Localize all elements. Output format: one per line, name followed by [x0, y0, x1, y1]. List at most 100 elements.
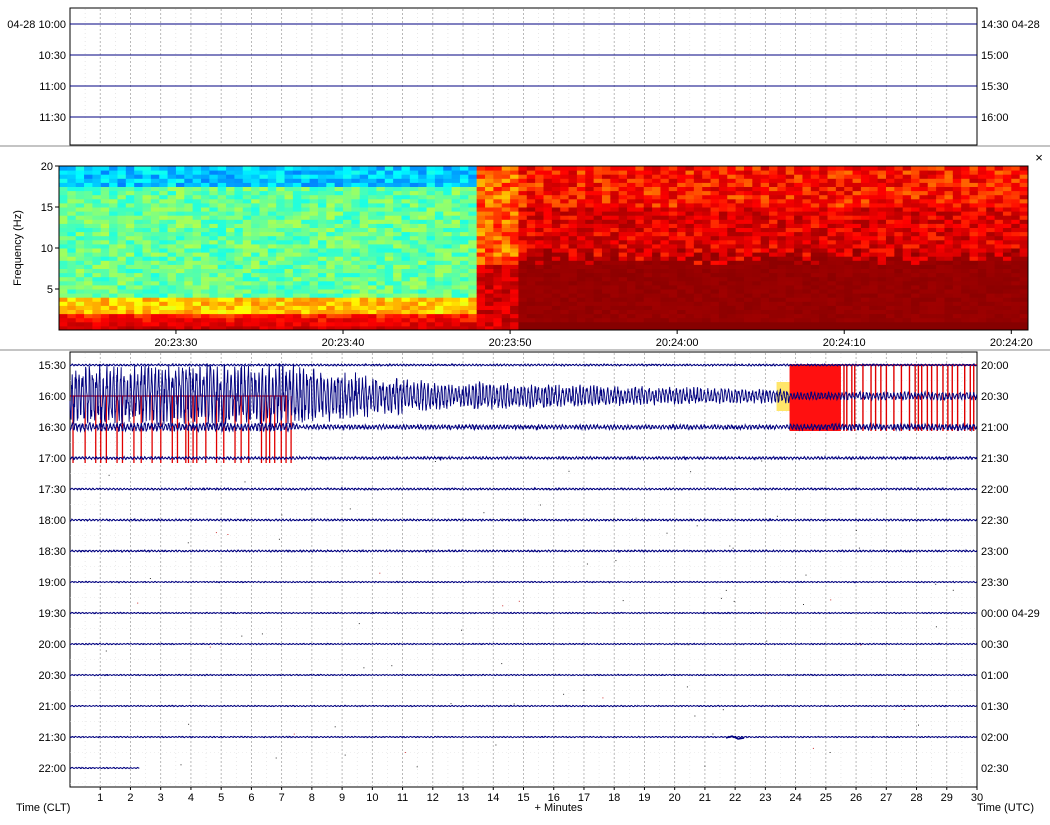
spectrogram-cell — [301, 289, 310, 294]
spectrogram-cell — [443, 281, 452, 286]
spectrogram-cell — [376, 203, 385, 208]
spectrogram-cell — [151, 191, 160, 196]
spectrogram-cell — [410, 269, 419, 274]
spectrogram-cell — [218, 260, 227, 265]
spectrogram-cell — [602, 310, 611, 315]
spectrogram-cell — [410, 199, 419, 204]
spectrogram-cell — [376, 223, 385, 228]
spectrogram-cell — [101, 236, 110, 241]
spectrogram-cell — [786, 256, 795, 261]
spectrogram-cell — [460, 248, 469, 253]
spectrogram-cell — [343, 195, 352, 200]
spectrogram-cell — [986, 244, 995, 249]
spectrogram-cell — [251, 195, 260, 200]
spectrogram-cell — [619, 215, 628, 220]
spectrogram-cell — [485, 248, 494, 253]
spectrogram-cell — [418, 314, 427, 319]
spectrogram-cell — [702, 228, 711, 233]
spectrogram-cell — [677, 228, 686, 233]
spectrogram-cell — [193, 273, 202, 278]
spectrogram-cell — [828, 305, 837, 310]
spectrogram-cell — [134, 289, 143, 294]
spectrogram-cell — [544, 310, 553, 315]
spectrogram-cell — [460, 182, 469, 187]
spectrogram-cell — [209, 281, 218, 286]
spectrogram-cell — [736, 191, 745, 196]
spectrogram-cell — [853, 215, 862, 220]
spectrogram-cell — [752, 170, 761, 175]
spectrogram-cell — [702, 244, 711, 249]
spectrogram-cell — [59, 236, 68, 241]
spectrogram-cell — [911, 322, 920, 327]
spectrogram-cell — [986, 256, 995, 261]
spectrogram-cell — [485, 322, 494, 327]
spectrogram-cell — [293, 182, 302, 187]
spectrogram-cell — [627, 191, 636, 196]
spectrogram-cell — [518, 269, 527, 274]
spectrogram-cell — [995, 322, 1004, 327]
spectrogram-cell — [234, 187, 243, 192]
spectrogram-cell — [1020, 252, 1029, 257]
spectrogram-cell — [126, 322, 135, 327]
spectrogram-cell — [986, 281, 995, 286]
spectrogram-cell — [970, 215, 979, 220]
spectrogram-cell — [844, 187, 853, 192]
spectrogram-cell — [168, 314, 177, 319]
spectrogram-cell — [602, 203, 611, 208]
spectrogram-cell — [268, 187, 277, 192]
spectrogram-cell — [251, 182, 260, 187]
spectrogram-cell — [694, 207, 703, 212]
spectrogram-cell — [134, 264, 143, 269]
spectrogram-cell — [518, 289, 527, 294]
spectrogram-cell — [1011, 187, 1020, 192]
spectrogram-cell — [259, 256, 268, 261]
spectrogram-cell — [919, 318, 928, 323]
noise-dot — [734, 601, 735, 602]
spectrogram-cell — [134, 211, 143, 216]
spectrogram-cell — [677, 236, 686, 241]
spectrogram-cell — [828, 310, 837, 315]
spectrogram-cell — [761, 273, 770, 278]
spectrogram-cell — [811, 236, 820, 241]
spectrogram-cell — [719, 182, 728, 187]
spectrogram-cell — [243, 240, 252, 245]
spectrogram-cell — [711, 170, 720, 175]
spectrogram-cell — [911, 305, 920, 310]
spectrogram-cell — [911, 211, 920, 216]
spectrogram-cell — [268, 191, 277, 196]
spectrogram-cell — [970, 170, 979, 175]
spectrogram-cell — [234, 244, 243, 249]
spectrogram-cell — [159, 281, 168, 286]
time-label-left: 16:30 — [38, 422, 66, 434]
spectrogram-cell — [318, 289, 327, 294]
spectrogram-cell — [259, 228, 268, 233]
spectrogram-cell — [401, 207, 410, 212]
spectrogram-cell — [285, 301, 294, 306]
spectrogram-cell — [218, 305, 227, 310]
spectrogram-cell — [928, 223, 937, 228]
spectrogram-cell — [694, 240, 703, 245]
spectrogram-cell — [301, 240, 310, 245]
spectrogram-cell — [385, 322, 394, 327]
spectrogram-cell — [919, 174, 928, 179]
spectrogram-cell — [1003, 322, 1012, 327]
spectrogram-cell — [343, 314, 352, 319]
spectrogram-cell — [978, 322, 987, 327]
spectrogram-cell — [84, 182, 93, 187]
spectrogram-cell — [594, 215, 603, 220]
spectrogram-cell — [301, 314, 310, 319]
spectrogram-cell — [376, 256, 385, 261]
spectrogram-cell — [117, 195, 126, 200]
spectrogram-cell — [894, 191, 903, 196]
spectrogram-cell — [401, 240, 410, 245]
spectrogram-cell — [209, 244, 218, 249]
spectrogram-cell — [936, 293, 945, 298]
spectrogram-cell — [251, 199, 260, 204]
spectrogram-cell — [594, 195, 603, 200]
spectrogram-cell — [176, 248, 185, 253]
time-label-right: 00:00 04-29 — [981, 608, 1040, 620]
spectrogram-cell — [719, 281, 728, 286]
spectrogram-cell — [686, 244, 695, 249]
spectrogram-cell — [610, 199, 619, 204]
spectrogram-cell — [727, 318, 736, 323]
